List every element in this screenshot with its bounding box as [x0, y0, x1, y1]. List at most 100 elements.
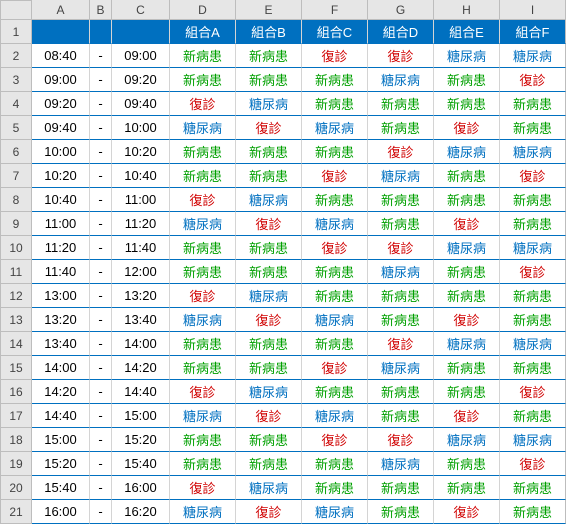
time-dash: - [90, 188, 112, 212]
time-dash: - [90, 404, 112, 428]
time-dash: - [90, 308, 112, 332]
data-cell: 糖尿病 [434, 236, 500, 260]
row-header-13[interactable]: 13 [0, 308, 32, 332]
col-header-H[interactable]: H [434, 0, 500, 20]
col-header-corner[interactable] [0, 0, 32, 20]
time-start: 11:00 [32, 212, 90, 236]
data-cell: 新病患 [302, 68, 368, 92]
time-start: 15:20 [32, 452, 90, 476]
data-cell: 新病患 [434, 68, 500, 92]
data-cell: 糖尿病 [500, 140, 566, 164]
col-header-D[interactable]: D [170, 0, 236, 20]
data-cell: 新病患 [434, 164, 500, 188]
time-end: 16:20 [112, 500, 170, 524]
data-cell: 新病患 [302, 332, 368, 356]
data-cell: 新病患 [170, 260, 236, 284]
data-cell: 糖尿病 [170, 404, 236, 428]
data-cell: 新病患 [500, 284, 566, 308]
group-header-E: 組合E [434, 20, 500, 44]
row-header-7[interactable]: 7 [0, 164, 32, 188]
time-end: 10:20 [112, 140, 170, 164]
time-end: 14:40 [112, 380, 170, 404]
row-header-6[interactable]: 6 [0, 140, 32, 164]
blank-header [32, 20, 90, 44]
col-header-B[interactable]: B [90, 0, 112, 20]
row-header-16[interactable]: 16 [0, 380, 32, 404]
data-cell: 復診 [236, 500, 302, 524]
row-header-4[interactable]: 4 [0, 92, 32, 116]
data-cell: 復診 [302, 164, 368, 188]
row-header-18[interactable]: 18 [0, 428, 32, 452]
group-header-C: 組合C [302, 20, 368, 44]
time-end: 11:40 [112, 236, 170, 260]
data-cell: 新病患 [170, 68, 236, 92]
data-cell: 復診 [368, 140, 434, 164]
data-cell: 新病患 [500, 356, 566, 380]
time-end: 16:00 [112, 476, 170, 500]
data-cell: 復診 [236, 116, 302, 140]
data-cell: 新病患 [368, 92, 434, 116]
data-cell: 新病患 [434, 260, 500, 284]
data-cell: 新病患 [302, 284, 368, 308]
time-start: 14:00 [32, 356, 90, 380]
data-cell: 復診 [302, 356, 368, 380]
data-cell: 復診 [170, 284, 236, 308]
row-header-21[interactable]: 21 [0, 500, 32, 524]
col-header-A[interactable]: A [32, 0, 90, 20]
data-cell: 新病患 [368, 476, 434, 500]
time-end: 15:20 [112, 428, 170, 452]
group-header-D: 組合D [368, 20, 434, 44]
time-end: 14:00 [112, 332, 170, 356]
data-cell: 復診 [434, 308, 500, 332]
col-header-G[interactable]: G [368, 0, 434, 20]
data-cell: 復診 [368, 428, 434, 452]
data-cell: 新病患 [170, 332, 236, 356]
time-start: 14:40 [32, 404, 90, 428]
data-cell: 新病患 [170, 428, 236, 452]
row-header-1[interactable]: 1 [0, 20, 32, 44]
row-header-20[interactable]: 20 [0, 476, 32, 500]
data-cell: 新病患 [302, 452, 368, 476]
time-dash: - [90, 452, 112, 476]
data-cell: 新病患 [434, 380, 500, 404]
data-cell: 新病患 [500, 212, 566, 236]
data-cell: 糖尿病 [500, 428, 566, 452]
data-cell: 復診 [500, 380, 566, 404]
data-cell: 復診 [368, 332, 434, 356]
time-end: 09:20 [112, 68, 170, 92]
row-header-17[interactable]: 17 [0, 404, 32, 428]
data-cell: 糖尿病 [170, 212, 236, 236]
data-cell: 糖尿病 [236, 284, 302, 308]
row-header-12[interactable]: 12 [0, 284, 32, 308]
time-dash: - [90, 236, 112, 260]
time-end: 09:40 [112, 92, 170, 116]
row-header-19[interactable]: 19 [0, 452, 32, 476]
row-header-11[interactable]: 11 [0, 260, 32, 284]
row-header-5[interactable]: 5 [0, 116, 32, 140]
row-header-8[interactable]: 8 [0, 188, 32, 212]
time-dash: - [90, 260, 112, 284]
time-start: 10:40 [32, 188, 90, 212]
row-header-2[interactable]: 2 [0, 44, 32, 68]
col-header-F[interactable]: F [302, 0, 368, 20]
row-header-3[interactable]: 3 [0, 68, 32, 92]
col-header-C[interactable]: C [112, 0, 170, 20]
row-header-14[interactable]: 14 [0, 332, 32, 356]
data-cell: 新病患 [170, 236, 236, 260]
col-header-I[interactable]: I [500, 0, 566, 20]
data-cell: 新病患 [236, 140, 302, 164]
time-dash: - [90, 428, 112, 452]
data-cell: 新病患 [368, 188, 434, 212]
col-header-E[interactable]: E [236, 0, 302, 20]
time-dash: - [90, 476, 112, 500]
group-header-F: 組合F [500, 20, 566, 44]
data-cell: 新病患 [302, 92, 368, 116]
row-header-9[interactable]: 9 [0, 212, 32, 236]
data-cell: 復診 [500, 452, 566, 476]
data-cell: 新病患 [500, 188, 566, 212]
time-start: 11:20 [32, 236, 90, 260]
row-header-10[interactable]: 10 [0, 236, 32, 260]
time-dash: - [90, 68, 112, 92]
row-header-15[interactable]: 15 [0, 356, 32, 380]
data-cell: 復診 [170, 188, 236, 212]
